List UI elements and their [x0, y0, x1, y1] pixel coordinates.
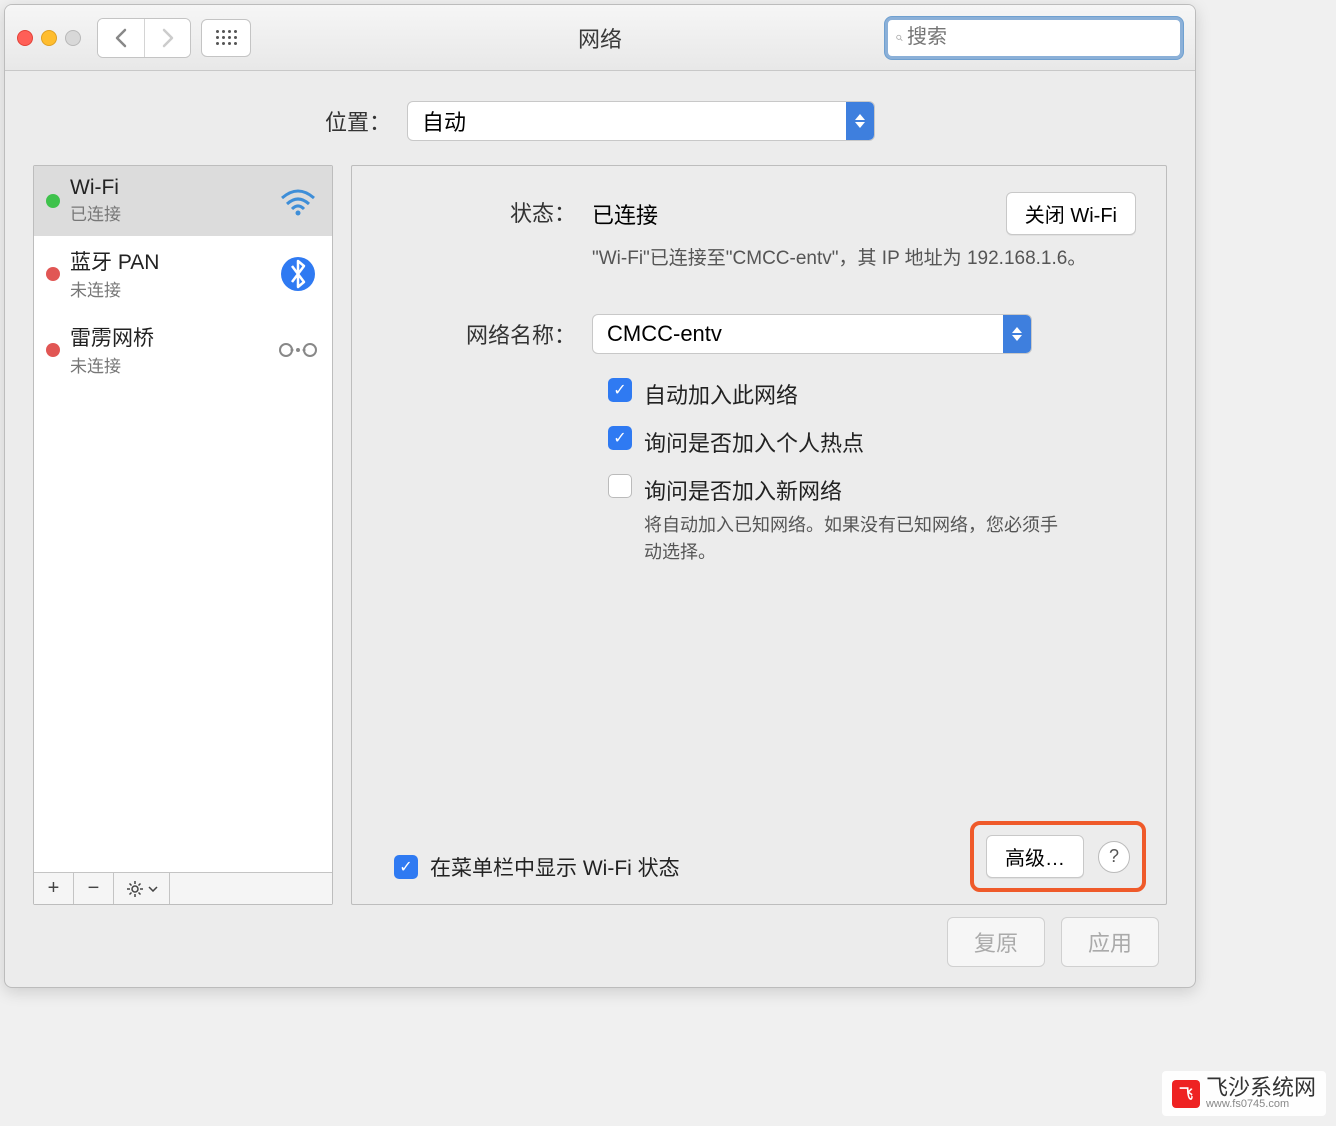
- ask-hotspot-checkbox[interactable]: ✓: [608, 426, 632, 450]
- wifi-icon: [276, 186, 320, 216]
- status-dot: [46, 267, 60, 281]
- location-row: 位置： 自动: [5, 71, 1195, 165]
- ask-new-label: 询问是否加入新网络: [644, 474, 1064, 506]
- location-value: 自动: [422, 105, 466, 137]
- watermark-url: www.fs0745.com: [1206, 1099, 1316, 1110]
- ask-new-description: 将自动加入已知网络。如果没有已知网络，您必须手动选择。: [644, 512, 1064, 566]
- network-name-label: 网络名称：: [382, 314, 592, 354]
- ask-hotspot-label: 询问是否加入个人热点: [644, 426, 864, 458]
- location-select[interactable]: 自动: [407, 101, 875, 141]
- status-dot: [46, 343, 60, 357]
- forward-button[interactable]: [144, 19, 190, 57]
- network-name-row: 网络名称： CMCC-entv: [382, 314, 1136, 354]
- footer-buttons: 复原 应用: [947, 917, 1159, 967]
- search-box[interactable]: [885, 17, 1183, 59]
- chevron-updown-icon: [846, 102, 874, 140]
- zoom-button[interactable]: [65, 30, 81, 46]
- watermark-text: 飞沙系统网: [1206, 1077, 1316, 1099]
- auto-join-label: 自动加入此网络: [644, 378, 798, 410]
- network-name-value: CMCC-entv: [607, 321, 722, 347]
- chevron-updown-icon: [1003, 315, 1031, 353]
- sidebar-item-wifi[interactable]: Wi-Fi 已连接: [34, 166, 332, 236]
- sidebar-item-sub: 已连接: [70, 200, 266, 225]
- menubar-status-checkbox[interactable]: ✓: [394, 855, 418, 879]
- menubar-status-row: ✓ 在菜单栏中显示 Wi-Fi 状态: [394, 852, 680, 882]
- auto-join-checkbox[interactable]: ✓: [608, 378, 632, 402]
- action-menu-button[interactable]: [114, 873, 170, 904]
- sidebar-item-title: 蓝牙 PAN: [70, 246, 266, 276]
- apply-button[interactable]: 应用: [1061, 917, 1159, 967]
- sidebar-item-bluetooth[interactable]: 蓝牙 PAN 未连接: [34, 236, 332, 312]
- network-name-select[interactable]: CMCC-entv: [592, 314, 1032, 354]
- auto-join-row: ✓ 自动加入此网络: [608, 378, 1136, 410]
- bluetooth-icon: [276, 256, 320, 292]
- ask-hotspot-row: ✓ 询问是否加入个人热点: [608, 426, 1136, 458]
- search-icon: [896, 29, 903, 47]
- ask-new-checkbox[interactable]: [608, 474, 632, 498]
- status-value: 已连接: [592, 198, 986, 230]
- nav-segment: [97, 18, 191, 58]
- watermark-badge: 飞: [1172, 1080, 1200, 1108]
- status-row: 状态： 已连接 关闭 Wi-Fi "Wi-Fi"已连接至"CMCC-entv"，…: [382, 192, 1136, 274]
- body: Wi-Fi 已连接 蓝牙 PAN 未连接: [5, 165, 1195, 905]
- interface-list: Wi-Fi 已连接 蓝牙 PAN 未连接: [34, 166, 332, 872]
- sidebar-item-title: Wi-Fi: [70, 176, 266, 200]
- menubar-status-label: 在菜单栏中显示 Wi-Fi 状态: [430, 852, 680, 882]
- sidebar-item-thunderbolt[interactable]: 雷雳网桥 未连接: [34, 312, 332, 388]
- minimize-button[interactable]: [41, 30, 57, 46]
- sidebar-item-sub: 未连接: [70, 352, 266, 377]
- titlebar: 网络: [5, 5, 1195, 71]
- network-prefs-window: 网络 位置： 自动 Wi-Fi 已连接: [4, 4, 1196, 988]
- revert-button[interactable]: 复原: [947, 917, 1045, 967]
- sidebar-item-sub: 未连接: [70, 276, 266, 301]
- back-button[interactable]: [98, 19, 144, 57]
- watermark: 飞 飞沙系统网 www.fs0745.com: [1162, 1071, 1326, 1116]
- status-label: 状态：: [382, 192, 592, 274]
- help-button[interactable]: ?: [1098, 841, 1130, 873]
- traffic-lights: [17, 30, 81, 46]
- main-panel: 状态： 已连接 关闭 Wi-Fi "Wi-Fi"已连接至"CMCC-entv"，…: [351, 165, 1167, 905]
- advanced-highlight: 高级… ?: [970, 821, 1146, 892]
- ask-new-row: 询问是否加入新网络 将自动加入已知网络。如果没有已知网络，您必须手动选择。: [608, 474, 1136, 566]
- remove-interface-button[interactable]: −: [74, 873, 114, 904]
- gear-icon: [126, 880, 144, 898]
- chevron-down-icon: [148, 886, 158, 892]
- sidebar: Wi-Fi 已连接 蓝牙 PAN 未连接: [33, 165, 333, 905]
- window-title: 网络: [578, 22, 622, 54]
- close-button[interactable]: [17, 30, 33, 46]
- sidebar-item-title: 雷雳网桥: [70, 322, 266, 352]
- turn-wifi-off-button[interactable]: 关闭 Wi-Fi: [1006, 192, 1136, 235]
- thunderbolt-bridge-icon: [276, 337, 320, 363]
- sidebar-footer: + −: [34, 872, 332, 904]
- search-input[interactable]: [907, 26, 1172, 49]
- status-dot: [46, 194, 60, 208]
- add-interface-button[interactable]: +: [34, 873, 74, 904]
- location-label: 位置：: [325, 105, 391, 137]
- advanced-button[interactable]: 高级…: [986, 835, 1084, 878]
- status-description: "Wi-Fi"已连接至"CMCC-entv"，其 IP 地址为 192.168.…: [592, 245, 1136, 274]
- show-all-button[interactable]: [201, 19, 251, 57]
